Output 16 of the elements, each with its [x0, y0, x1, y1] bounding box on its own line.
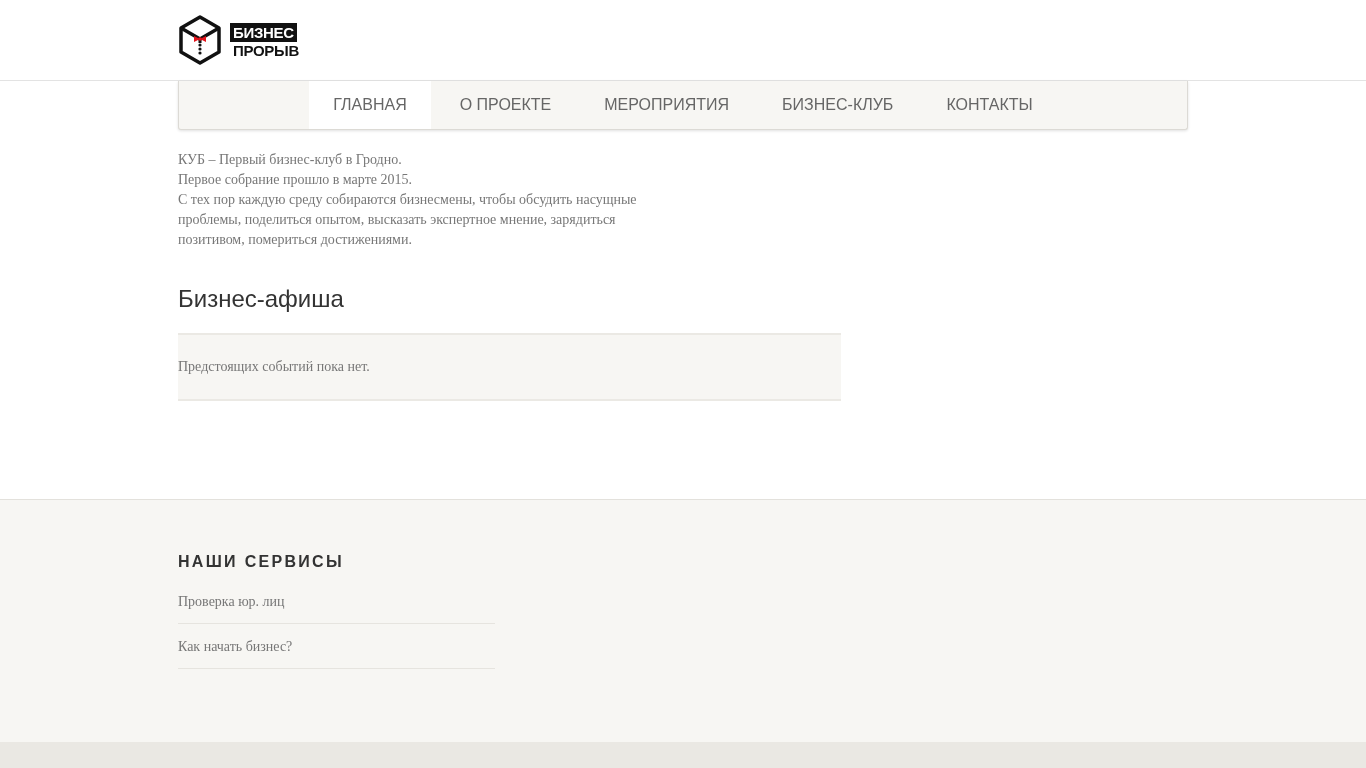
footer-link[interactable]: Как начать бизнес?	[178, 639, 293, 654]
logo-title: БИЗНЕС	[230, 22, 297, 42]
intro-text: КУБ – Первый бизнес-клуб в Гродно.	[178, 151, 403, 169]
nav-tab[interactable]: БИЗНЕС-КЛУБ	[758, 81, 918, 129]
nav-tab[interactable]: МЕРОПРИЯТИЯ	[580, 81, 754, 129]
nav-tab[interactable]: ГЛАВНАЯ	[309, 81, 431, 129]
footer-link[interactable]: Проверка юр. лиц	[178, 594, 285, 609]
section-heading: Бизнес-афиша	[178, 284, 345, 314]
logo-subtitle: ПРОРЫВ	[232, 41, 300, 58]
intro-text: Первое собрание прошло в марте 2015.	[178, 171, 413, 189]
intro-text: С тех пор каждую среду собираются бизнесмены, чтобы обсудить насущные проблемы, поделиться опытом, высказать экспертное мнение, зарядиться позитивом, помериться достижениями.	[178, 191, 638, 249]
nav-tab[interactable]: КОНТАКТЫ	[922, 81, 1057, 129]
footer-heading: НАШИ СЕРВИСЫ	[178, 552, 345, 572]
cube-logo-icon	[178, 15, 222, 65]
empty-events-message: Предстоящих событий пока нет.	[178, 358, 371, 376]
nav-tab[interactable]: О ПРОЕКТЕ	[435, 81, 576, 129]
